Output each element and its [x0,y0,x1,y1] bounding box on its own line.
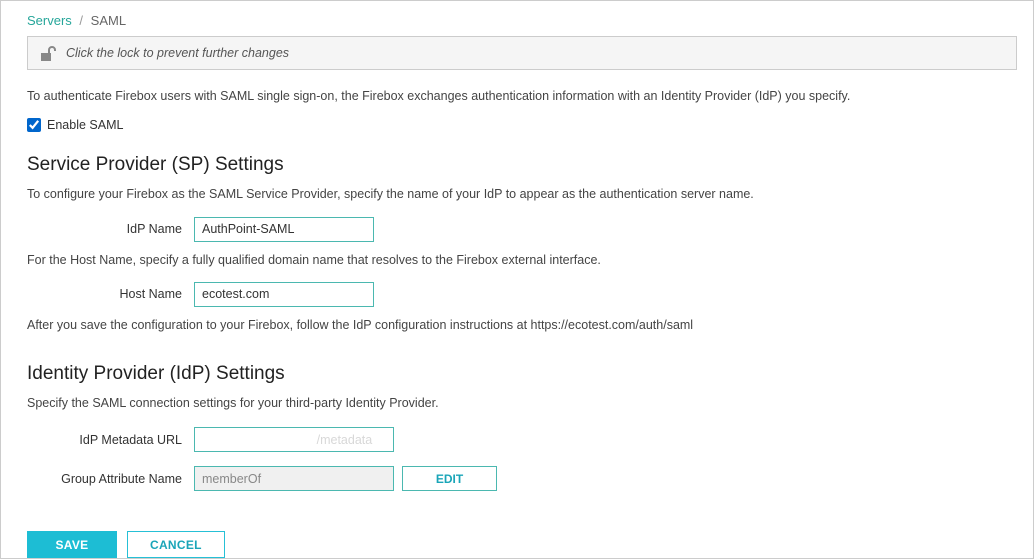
idp-settings-title: Identity Provider (IdP) Settings [27,363,1015,385]
host-name-row: Host Name [27,282,1015,307]
save-button[interactable]: SAVE [27,531,117,558]
idp-settings-desc: Specify the SAML connection settings for… [27,395,1015,411]
sp-settings-title: Service Provider (SP) Settings [27,154,1015,176]
lock-bar: Click the lock to prevent further change… [27,36,1017,70]
host-name-label: Host Name [27,287,194,301]
cancel-button[interactable]: CANCEL [127,531,225,558]
host-name-input[interactable] [194,282,374,307]
action-buttons: SAVE CANCEL [27,531,1015,558]
sp-settings-desc: To configure your Firebox as the SAML Se… [27,186,1015,202]
intro-text: To authenticate Firebox users with SAML … [27,88,1015,104]
group-attribute-label: Group Attribute Name [27,472,194,486]
breadcrumb-separator: / [79,13,83,28]
host-name-desc: For the Host Name, specify a fully quali… [27,252,1015,268]
enable-saml-row: Enable SAML [27,118,1015,132]
metadata-url-row: IdP Metadata URL [27,427,1015,452]
metadata-url-input[interactable] [194,427,394,452]
save-hint-text: After you save the configuration to your… [27,317,1015,333]
enable-saml-label: Enable SAML [47,118,123,132]
edit-button[interactable]: EDIT [402,466,497,491]
breadcrumb-servers-link[interactable]: Servers [27,13,72,28]
metadata-url-label: IdP Metadata URL [27,433,194,447]
enable-saml-checkbox[interactable] [27,118,41,132]
unlock-icon[interactable] [38,43,58,63]
idp-name-input[interactable] [194,217,374,242]
lock-message: Click the lock to prevent further change… [66,46,289,60]
breadcrumb-current: SAML [91,13,126,28]
idp-name-label: IdP Name [27,222,194,236]
group-attribute-row: Group Attribute Name EDIT [27,466,1015,491]
group-attribute-input [194,466,394,491]
breadcrumb: Servers / SAML [27,13,1015,28]
idp-name-row: IdP Name [27,217,1015,242]
